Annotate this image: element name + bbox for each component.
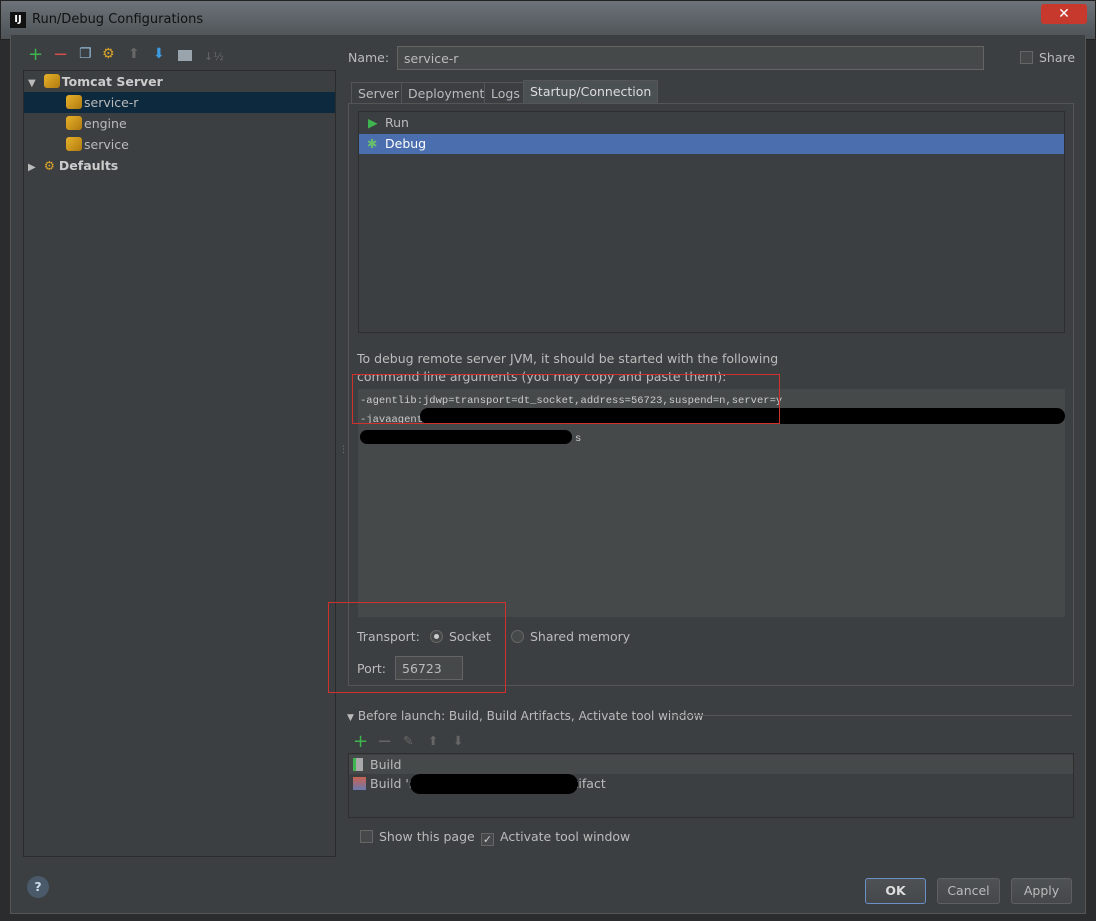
before-launch-toggle[interactable]: ▼ Before launch: Build, Build Artifacts, … [347,709,704,723]
activate-tool-window-checkbox[interactable]: ✓ Activate tool window [481,829,630,846]
name-label: Name: [348,50,390,65]
show-page-checkbox[interactable]: Show this page [360,829,475,844]
name-input[interactable] [397,46,984,70]
redaction [410,774,578,794]
add-task-icon[interactable]: + [353,731,368,752]
tab-logs[interactable]: Logs [484,82,527,104]
tab-server[interactable]: Server [351,82,406,104]
splitter-handle[interactable]: ⋮ [339,445,348,455]
tomcat-icon [43,74,60,88]
tab-startup-connection[interactable]: Startup/Connection [523,80,659,104]
edit-defaults-icon[interactable]: ⚙ [102,46,115,62]
highlight-box [328,602,506,693]
add-icon[interactable]: + [28,44,43,65]
run-icon: ▶ [368,115,378,130]
debug-icon: ✱ [367,136,378,151]
tree-group-tomcat[interactable]: ▼ Tomcat Server [24,71,335,92]
ok-button[interactable]: OK [865,878,926,904]
tree-group-defaults[interactable]: ▶ ⚙ Defaults [24,155,335,176]
redaction [360,430,572,444]
tree-item-service-r[interactable]: service-r [24,92,335,113]
move-task-up-icon[interactable]: ⬆ [428,733,438,748]
tab-deployment[interactable]: Deployment [401,82,492,104]
move-task-down-icon[interactable]: ⬇ [453,733,463,748]
mode-run[interactable]: ▶ Run [359,113,1064,133]
remove-task-icon[interactable]: − [377,731,392,752]
move-up-icon[interactable]: ⬆ [128,46,140,62]
copy-icon[interactable]: ❐ [79,46,92,62]
folder-icon[interactable] [178,50,192,61]
radio-shared-memory[interactable]: Shared memory [511,629,630,644]
tomcat-icon [66,116,82,130]
defaults-icon: ⚙ [43,158,55,173]
task-build[interactable]: Build [349,755,1073,774]
close-button[interactable]: ✕ [1041,4,1087,24]
apply-button[interactable]: Apply [1011,878,1072,904]
move-down-icon[interactable]: ⬇ [153,46,165,62]
app-logo: IJ [10,12,26,28]
mode-list: ▶ Run ✱ Debug [358,111,1065,333]
help-button[interactable]: ? [27,876,49,898]
remove-icon[interactable]: − [53,44,68,65]
highlight-box [352,374,780,424]
separator [672,715,1072,716]
mode-debug[interactable]: ✱ Debug [359,134,1064,154]
tomcat-icon [66,95,82,109]
tomcat-icon [66,137,82,151]
build-icon [353,758,363,771]
artifact-icon [353,777,366,790]
window-title: Run/Debug Configurations [32,12,204,27]
tree-item-engine[interactable]: engine [24,113,335,134]
edit-task-icon[interactable]: ✎ [403,733,413,748]
config-tree: ▼ Tomcat Server service-r engine service … [23,70,336,857]
tree-item-service[interactable]: service [24,134,335,155]
share-checkbox[interactable]: Share [1020,50,1075,65]
cancel-button[interactable]: Cancel [937,878,1000,904]
sort-icon[interactable]: ↓½ [204,50,224,63]
